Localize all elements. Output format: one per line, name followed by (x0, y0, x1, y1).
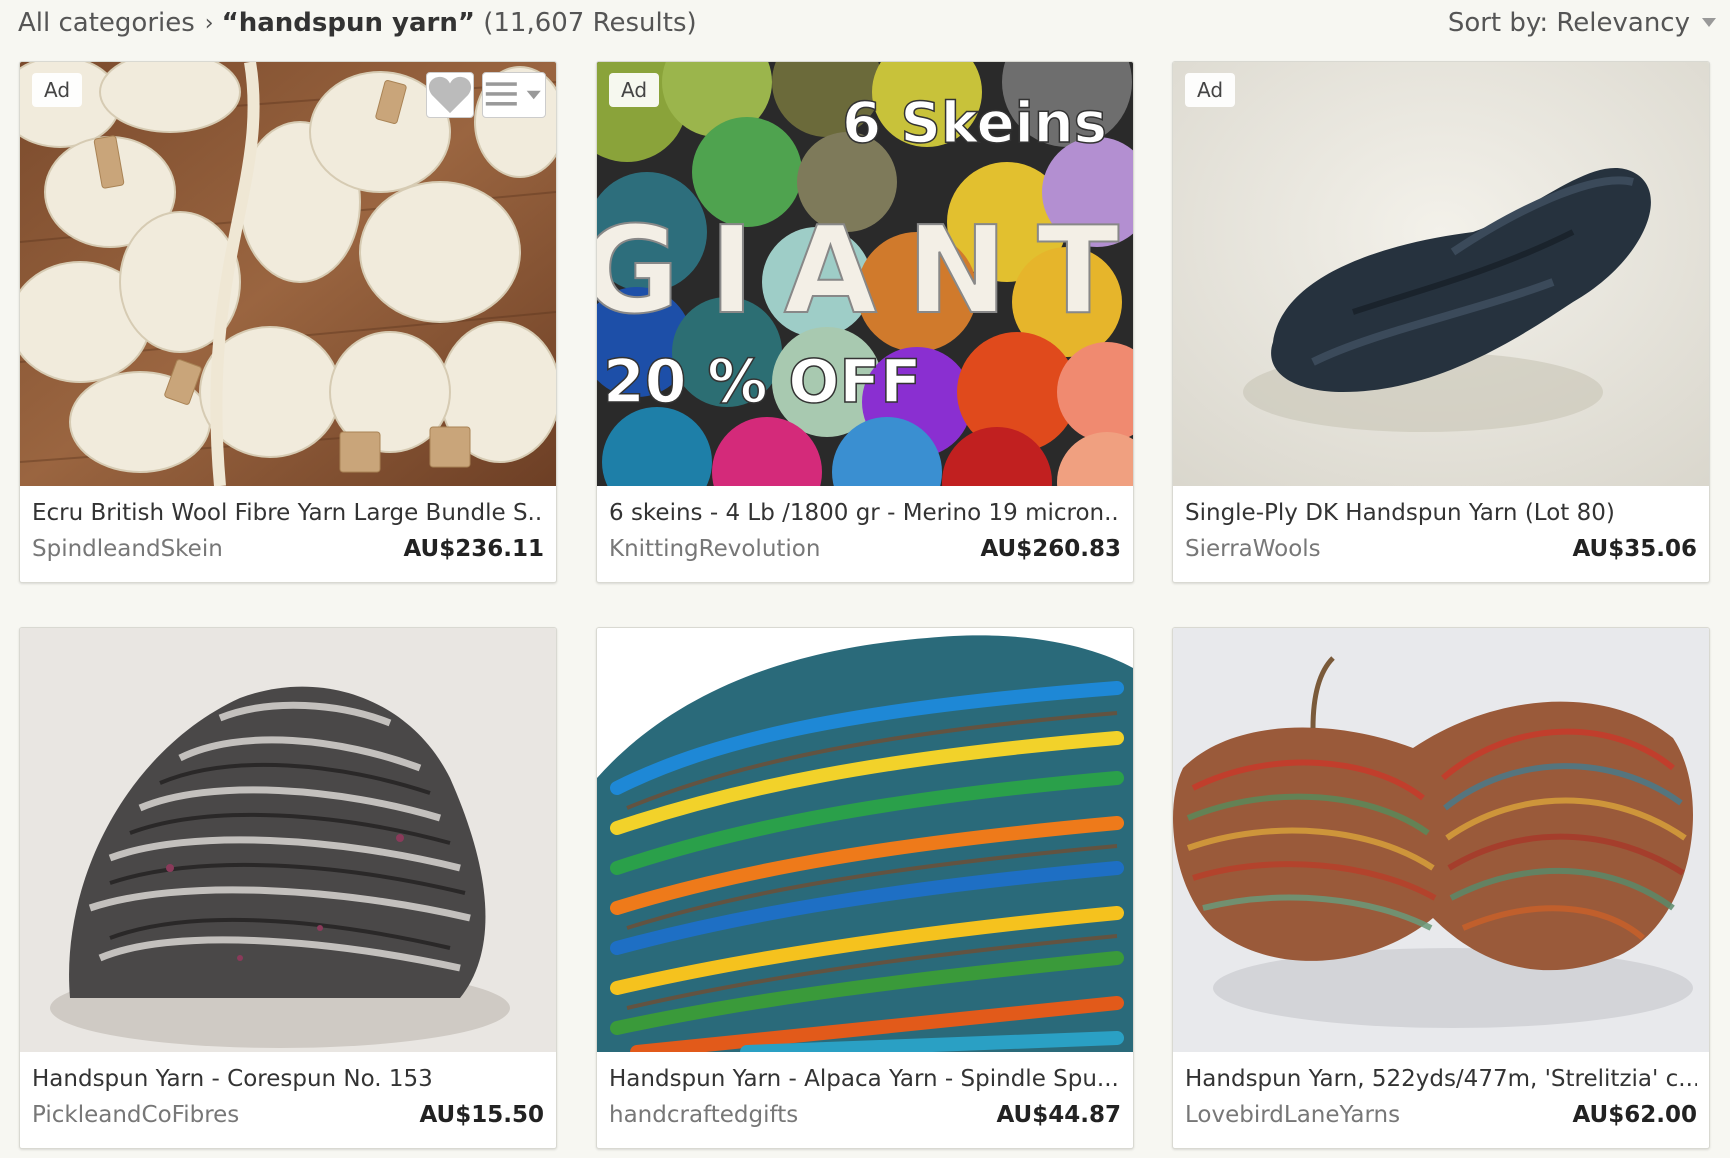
listing-title[interactable]: 6 skeins - 4 Lb /1800 gr - Merino 19 mic… (609, 496, 1121, 530)
sort-label: Sort by: Relevancy (1447, 8, 1690, 38)
listing-info: Ecru British Wool Fibre Yarn Large Bundl… (20, 486, 556, 582)
listing-title[interactable]: Handspun Yarn, 522yds/477m, 'Strelitzia'… (1185, 1062, 1697, 1096)
chevron-right-icon: › (204, 11, 214, 36)
list-menu-icon (485, 82, 541, 106)
multicolor-alpaca-yarn-image (597, 628, 1133, 1052)
listing-image[interactable]: 6 Skeins GIANT 20 % OFF Ad (597, 62, 1133, 486)
ad-badge: Ad (1185, 73, 1236, 107)
listing-price: AU$62.00 (1572, 1102, 1697, 1128)
listing-title[interactable]: Single-Ply DK Handspun Yarn (Lot 80) (1185, 496, 1697, 530)
shop-name[interactable]: KnittingRevolution (609, 534, 820, 564)
image-overlay-top: 6 Skeins (842, 91, 1107, 156)
image-overlay-middle: GIANT (597, 202, 1133, 341)
listing-card[interactable]: Ad Ecru British Wool Fibre Yarn Large Bu… (19, 61, 557, 583)
listing-title[interactable]: Handspun Yarn - Corespun No. 153 (32, 1062, 544, 1096)
breadcrumb: All categories › “handspun yarn” (11,607 R… (18, 4, 697, 44)
listing-price: AU$236.11 (403, 536, 544, 562)
listing-image[interactable] (1173, 628, 1709, 1052)
listing-card[interactable]: Handspun Yarn - Alpaca Yarn - Spindle Sp… (596, 627, 1134, 1149)
heart-icon (428, 76, 472, 114)
listing-price: AU$15.50 (419, 1102, 544, 1128)
result-count: (11,607 Results) (483, 8, 697, 38)
listing-image[interactable] (20, 628, 556, 1052)
cream-yarn-bundle-image (20, 62, 556, 486)
listing-card[interactable]: Ad Single-Ply DK Handspun Yarn (Lot 80) … (1172, 61, 1710, 583)
corespun-yarn-image (20, 628, 556, 1052)
listing-info: Handspun Yarn, 522yds/477m, 'Strelitzia'… (1173, 1052, 1709, 1148)
sort-dropdown[interactable]: Sort by: Relevancy (1448, 4, 1716, 42)
striped-skein-image (1173, 628, 1709, 1052)
shop-name[interactable]: handcraftedgifts (609, 1100, 798, 1130)
listing-price: AU$44.87 (996, 1102, 1121, 1128)
ad-badge: Ad (32, 73, 83, 107)
listing-card[interactable]: Handspun Yarn, 522yds/477m, 'Strelitzia'… (1172, 627, 1710, 1149)
listing-info: 6 skeins - 4 Lb /1800 gr - Merino 19 mic… (597, 486, 1133, 582)
listing-card[interactable]: 6 Skeins GIANT 20 % OFF Ad 6 skeins - 4 … (596, 61, 1134, 583)
shop-name[interactable]: SierraWools (1185, 534, 1321, 564)
shop-name[interactable]: PickleandCoFibres (32, 1100, 239, 1130)
listing-image[interactable]: Ad (1173, 62, 1709, 486)
image-overlay-bottom: 20 % OFF (603, 347, 921, 417)
listing-price: AU$35.06 (1572, 536, 1697, 562)
listing-card[interactable]: Handspun Yarn - Corespun No. 153 Picklea… (19, 627, 557, 1149)
listing-info: Handspun Yarn - Alpaca Yarn - Spindle Sp… (597, 1052, 1133, 1148)
caret-down-icon (1702, 18, 1716, 27)
add-to-list-button[interactable] (482, 72, 546, 118)
listing-price: AU$260.83 (980, 536, 1121, 562)
listing-title[interactable]: Ecru British Wool Fibre Yarn Large Bundl… (32, 496, 544, 530)
breadcrumb-all-categories[interactable]: All categories (18, 8, 195, 38)
listing-title[interactable]: Handspun Yarn - Alpaca Yarn - Spindle Sp… (609, 1062, 1121, 1096)
listing-image[interactable]: Ad (20, 62, 556, 486)
shop-name[interactable]: LovebirdLaneYarns (1185, 1100, 1400, 1130)
shop-name[interactable]: SpindleandSkein (32, 534, 223, 564)
listing-info: Single-Ply DK Handspun Yarn (Lot 80) Sie… (1173, 486, 1709, 582)
search-query: “handspun yarn” (221, 8, 475, 38)
dark-blue-skein-image (1173, 62, 1709, 486)
results-header: All categories › “handspun yarn” (11,607 R… (0, 0, 1730, 46)
favorite-button[interactable] (426, 72, 474, 118)
ad-badge: Ad (609, 73, 660, 107)
listing-image[interactable] (597, 628, 1133, 1052)
listing-info: Handspun Yarn - Corespun No. 153 Picklea… (20, 1052, 556, 1148)
colored-roving-image: 6 Skeins GIANT 20 % OFF (597, 62, 1133, 486)
